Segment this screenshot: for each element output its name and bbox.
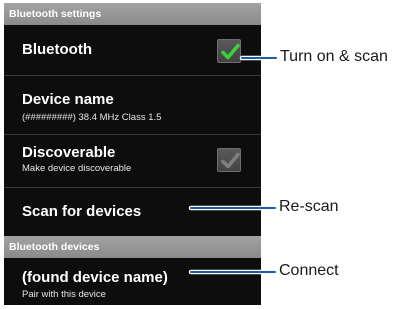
callout-connect: Connect: [279, 262, 339, 279]
callout-rescan: Re-scan: [279, 198, 339, 215]
callout-leader-lines: [188, 55, 279, 275]
annotated-screenshot: Bluetooth settings Bluetooth Device name…: [0, 0, 408, 309]
callout-turn-on-and-scan: Turn on & scan: [280, 48, 388, 65]
